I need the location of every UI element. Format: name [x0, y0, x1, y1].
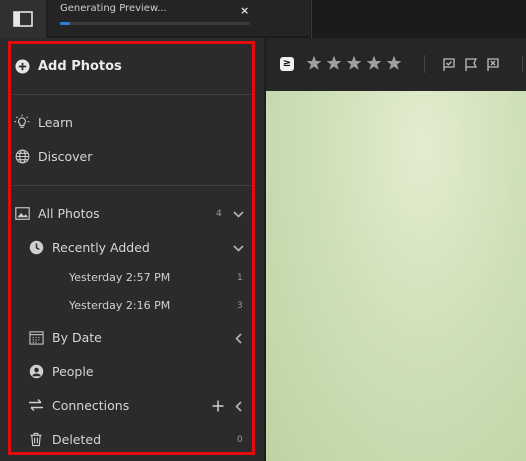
divider	[522, 55, 523, 73]
progress-bar	[60, 22, 250, 25]
progress-fill	[60, 22, 70, 25]
star-icon[interactable]	[366, 55, 382, 71]
preview-progress: Generating Preview... ×	[47, 0, 310, 36]
top-bar: Generating Preview... ×	[0, 0, 526, 38]
divider	[311, 0, 312, 38]
rating-filter-button[interactable]: ≥	[280, 57, 294, 71]
picked-flag-icon[interactable]	[442, 58, 456, 72]
star-rating	[306, 55, 402, 71]
star-icon[interactable]	[326, 55, 342, 71]
photo-toolbar: ≥	[266, 38, 526, 91]
photo-preview[interactable]	[266, 91, 526, 461]
panel-icon	[13, 11, 33, 27]
close-icon[interactable]: ×	[240, 4, 249, 17]
divider	[424, 55, 425, 73]
panel-toggle-button[interactable]	[0, 0, 46, 38]
star-icon[interactable]	[306, 55, 322, 71]
rejected-flag-icon[interactable]	[486, 58, 500, 72]
flag-filters	[442, 58, 500, 72]
star-icon[interactable]	[386, 55, 402, 71]
unflagged-icon[interactable]	[464, 58, 478, 72]
star-icon[interactable]	[346, 55, 362, 71]
highlight-box	[8, 41, 255, 455]
progress-label: Generating Preview...	[60, 3, 167, 14]
